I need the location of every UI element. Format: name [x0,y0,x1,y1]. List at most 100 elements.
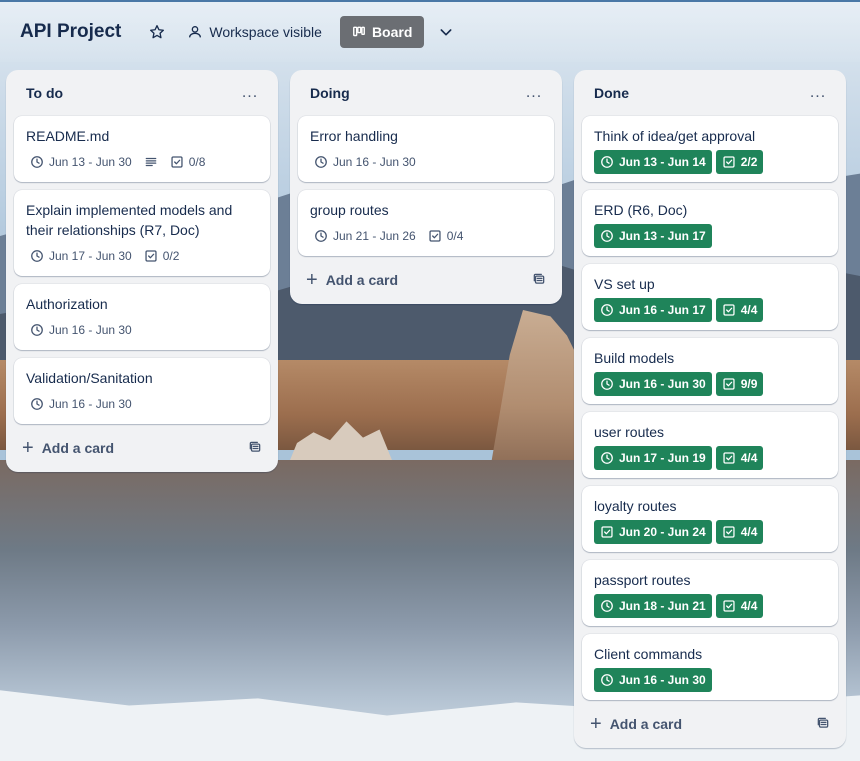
checkbox-icon [601,526,613,538]
card[interactable]: Explain implemented models and their rel… [14,190,270,276]
more-icon[interactable]: ... [804,79,832,107]
due-date-badge-complete[interactable]: Jun 16 - Jun 17 [594,298,712,322]
due-date-badge-complete[interactable]: Jun 13 - Jun 17 [594,224,712,248]
board-header: API Project Workspace visible Board [0,0,860,62]
plus-icon: + [590,713,602,735]
checklist-count: 0/8 [188,155,206,169]
card[interactable]: loyalty routes Jun 20 - Jun 24 4/4 [582,486,838,552]
card[interactable]: passport routes Jun 18 - Jun 21 4/4 [582,560,838,626]
visibility-button[interactable]: Workspace visible [179,16,330,48]
checklist-badge-complete: 2/2 [715,150,764,174]
list-title[interactable]: To do [26,85,63,101]
due-date-text: Jun 16 - Jun 30 [619,673,706,687]
card[interactable]: Authorization Jun 16 - Jun 30 [14,284,270,350]
add-card-label: Add a card [41,440,115,456]
checklist-badge-complete: 4/4 [715,298,764,322]
clock-icon [601,674,613,686]
checklist-count: 0/2 [162,249,180,263]
description-icon [145,157,157,167]
card-badges: Jun 13 - Jun 30 0/8 [26,150,258,174]
due-date-badge-complete[interactable]: Jun 16 - Jun 30 [594,372,712,396]
due-date-badge-complete[interactable]: Jun 18 - Jun 21 [594,594,712,618]
card[interactable]: VS set up Jun 16 - Jun 17 4/4 [582,264,838,330]
add-card-button[interactable]: + Add a card [298,264,554,296]
card-title: Client commands [594,646,703,662]
list-title[interactable]: Doing [310,85,350,101]
card[interactable]: README.md Jun 13 - Jun 30 0/8 [14,116,270,182]
clock-icon [315,230,327,242]
card-badges: Jun 17 - Jun 19 4/4 [594,446,826,470]
clock-icon [601,600,613,612]
checklist-badge: 0/2 [140,244,184,268]
card-badges: Jun 16 - Jun 17 4/4 [594,298,826,322]
list-title[interactable]: Done [594,85,629,101]
checklist-badge: 0/8 [166,150,210,174]
due-date-badge[interactable]: Jun 17 - Jun 30 [26,244,136,268]
card-badges: Jun 16 - Jun 30 [594,668,826,692]
card[interactable]: group routes Jun 21 - Jun 26 0/4 [298,190,554,256]
card[interactable]: Client commands Jun 16 - Jun 30 [582,634,838,700]
card-title: Explain implemented models and their rel… [26,202,233,238]
due-date-badge-complete[interactable]: Jun 17 - Jun 19 [594,446,712,470]
checklist-badge-complete: 9/9 [715,372,764,396]
checkbox-icon [723,600,735,612]
board-icon [352,26,365,37]
create-from-template-button[interactable] [816,716,830,733]
card-title: ERD (R6, Doc) [594,202,688,218]
add-card-button[interactable]: + Add a card [582,708,838,740]
card-title: README.md [26,128,110,144]
clock-icon [601,304,613,316]
card[interactable]: user routes Jun 17 - Jun 19 4/4 [582,412,838,478]
card-badges: Jun 16 - Jun 30 [310,150,542,174]
checkbox-icon [145,250,157,262]
plus-icon: + [22,437,34,459]
card-title: Error handling [310,128,398,144]
board-title[interactable]: API Project [20,21,121,43]
visibility-label: Workspace visible [209,24,322,40]
list-done: Done... Think of idea/get approval Jun 13 … [574,70,846,748]
card[interactable]: Validation/Sanitation Jun 16 - Jun 30 [14,358,270,424]
add-card-label-group: + Add a card [22,438,114,458]
more-icon[interactable]: ... [520,79,548,107]
due-date-badge[interactable]: Jun 13 - Jun 30 [26,150,136,174]
card-title: Build models [594,350,675,366]
add-card-label: Add a card [609,716,683,732]
add-card-button[interactable]: + Add a card [14,432,270,464]
due-date-badge-complete[interactable]: Jun 20 - Jun 24 [594,520,712,544]
card-badges: Jun 18 - Jun 21 4/4 [594,594,826,618]
due-date-text: Jun 16 - Jun 30 [49,397,132,411]
due-date-text: Jun 13 - Jun 17 [619,229,706,243]
star-button[interactable] [141,16,173,48]
card-badges: Jun 16 - Jun 30 [26,392,258,416]
checklist-badge-complete: 4/4 [715,446,764,470]
card[interactable]: ERD (R6, Doc) Jun 13 - Jun 17 [582,190,838,256]
due-date-badge-complete[interactable]: Jun 13 - Jun 14 [594,150,712,174]
card-badges: Jun 20 - Jun 24 4/4 [594,520,826,544]
due-date-badge-complete[interactable]: Jun 16 - Jun 30 [594,668,712,692]
checklist-count: 0/4 [446,229,464,243]
create-from-template-button[interactable] [248,440,262,457]
due-date-text: Jun 13 - Jun 30 [49,155,132,169]
clock-icon [601,378,613,390]
checklist-count: 4/4 [740,451,758,465]
card[interactable]: Error handling Jun 16 - Jun 30 [298,116,554,182]
due-date-badge[interactable]: Jun 21 - Jun 26 [310,224,420,248]
card-title: user routes [594,424,665,440]
due-date-text: Jun 16 - Jun 30 [49,323,132,337]
list-doing: Doing... Error handling Jun 16 - Jun 30 gro… [290,70,562,304]
clock-icon [31,250,43,262]
card[interactable]: Build models Jun 16 - Jun 30 9/9 [582,338,838,404]
view-switcher-dropdown[interactable] [430,16,462,48]
list-header: Doing... [298,70,554,116]
due-date-badge[interactable]: Jun 16 - Jun 30 [26,392,136,416]
clock-icon [31,398,43,410]
more-icon[interactable]: ... [236,79,264,107]
due-date-badge[interactable]: Jun 16 - Jun 30 [26,318,136,342]
clock-icon [31,324,43,336]
create-from-template-button[interactable] [532,272,546,289]
due-date-badge[interactable]: Jun 16 - Jun 30 [310,150,420,174]
card[interactable]: Think of idea/get approval Jun 13 - Jun 1… [582,116,838,182]
due-date-text: Jun 17 - Jun 30 [49,249,132,263]
checklist-count: 9/9 [740,377,758,391]
board-view-button[interactable]: Board [339,16,425,48]
